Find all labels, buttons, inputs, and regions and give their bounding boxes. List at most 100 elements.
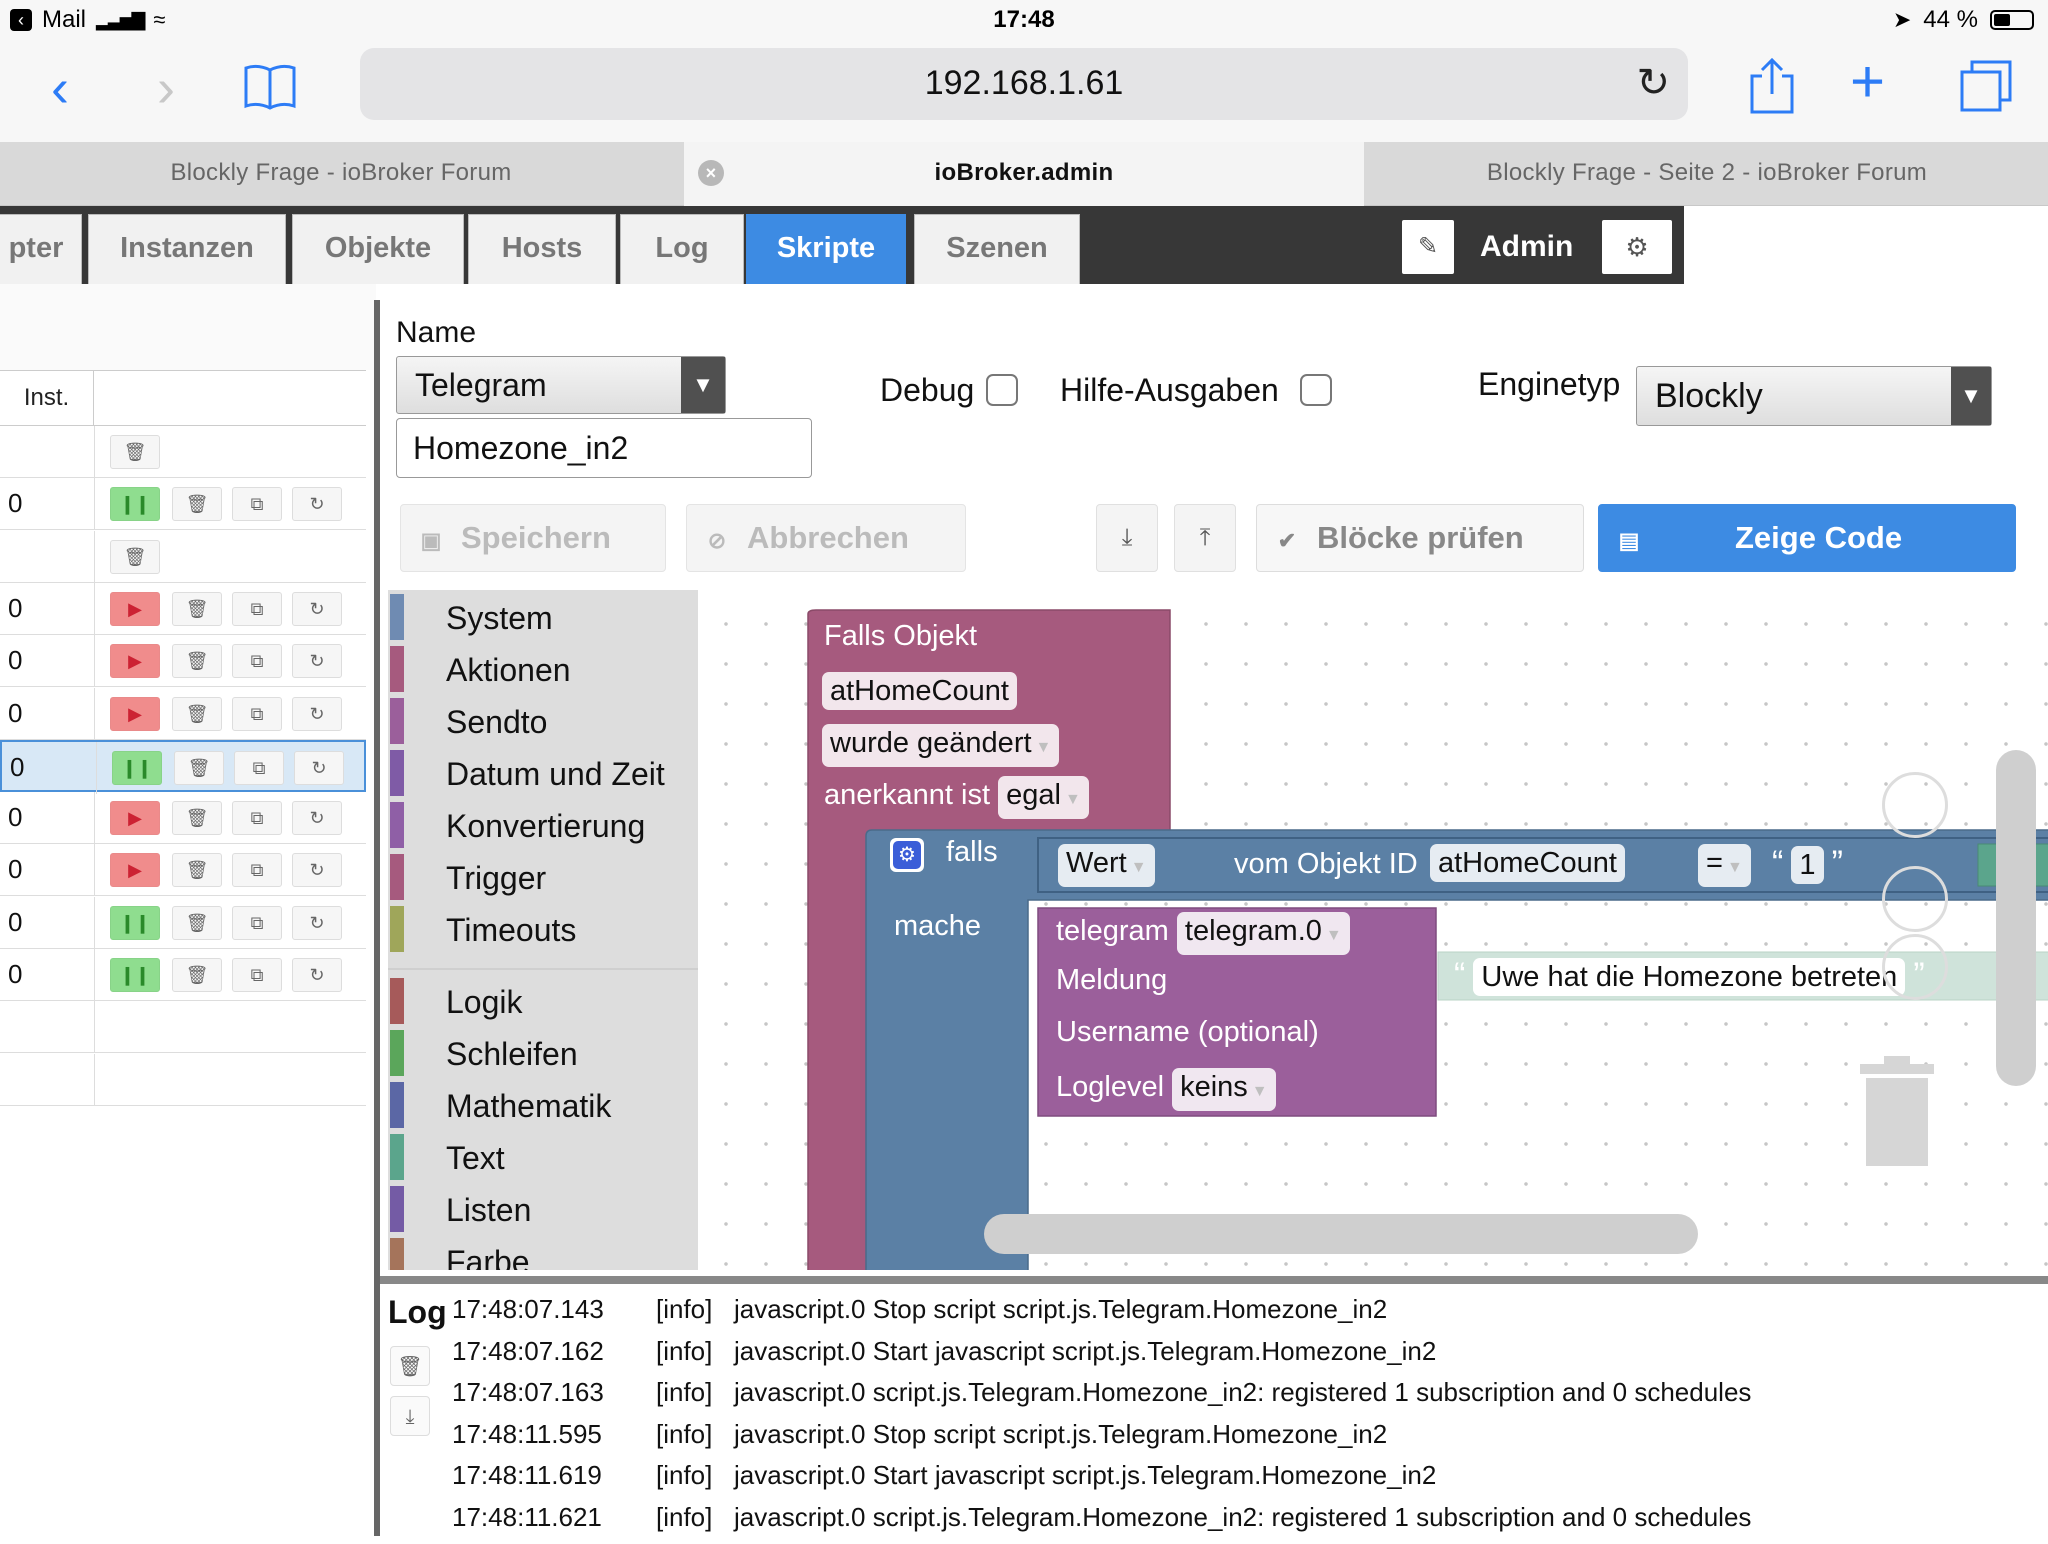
copy-icon[interactable]: ⧉ (232, 696, 282, 731)
import-button[interactable]: ⤒ (1174, 504, 1236, 572)
telegram-instance-dropdown[interactable]: telegram.0 ▼ (1176, 912, 1350, 955)
hints-checkbox[interactable] (1300, 374, 1332, 406)
compare-text-field[interactable]: “ 1 ” (1772, 844, 1843, 884)
toolbox-category[interactable]: Listen (388, 1182, 698, 1234)
copy-icon[interactable]: ⧉ (234, 750, 284, 785)
loglevel-dropdown[interactable]: keins ▼ (1172, 1068, 1276, 1111)
table-row[interactable] (0, 1053, 366, 1106)
trigger-title[interactable]: Falls Objekt (824, 620, 977, 653)
check-blocks-button[interactable]: ✔ Blöcke prüfen (1256, 504, 1584, 572)
message-text-field[interactable]: “ Uwe hat die Homezone betreten ” (1454, 956, 1925, 996)
restart-icon[interactable]: ↻ (292, 696, 342, 731)
delete-icon[interactable]: 🗑 (174, 750, 224, 785)
toolbox-category[interactable]: System (388, 590, 698, 642)
pause-icon[interactable]: ❙❙ (110, 905, 160, 940)
restart-icon[interactable]: ↻ (292, 644, 342, 679)
delete-icon[interactable]: 🗑 (172, 696, 222, 731)
user-name[interactable]: Admin (1480, 230, 1573, 264)
table-row[interactable]: 0 ❙❙ 🗑 ⧉ ↻ (0, 478, 366, 531)
tab-scenes[interactable]: Szenen (914, 214, 1080, 284)
tab-log[interactable]: Log (620, 214, 744, 284)
copy-icon[interactable]: ⧉ (232, 801, 282, 836)
pause-icon[interactable]: ❙❙ (112, 750, 162, 785)
pause-icon[interactable]: ❙❙ (110, 958, 160, 992)
restart-icon[interactable]: ↻ (292, 487, 342, 522)
zoom-out-icon[interactable] (1882, 934, 1948, 1000)
play-icon[interactable]: ▶ (110, 853, 160, 888)
restart-icon[interactable]: ↻ (292, 958, 342, 992)
edit-pencil-icon[interactable]: ✎ (1402, 220, 1454, 274)
workspace-horizontal-scrollbar[interactable] (984, 1214, 1698, 1254)
forward-icon[interactable]: › (136, 58, 196, 118)
delete-icon[interactable]: 🗑 (172, 958, 222, 992)
toolbox-category[interactable]: Text (388, 1130, 698, 1182)
delete-icon[interactable]: 🗑 (172, 801, 222, 836)
toolbox-category[interactable]: Konvertierung (388, 798, 698, 850)
bookmarks-icon[interactable] (242, 58, 302, 118)
play-icon[interactable]: ▶ (110, 696, 160, 731)
restart-icon[interactable]: ↻ (292, 801, 342, 836)
toolbox-category[interactable]: Mathematik (388, 1078, 698, 1130)
toolbox-category[interactable]: Logik (388, 974, 698, 1026)
restart-icon[interactable]: ↻ (294, 750, 344, 785)
delete-icon[interactable]: 🗑 (110, 435, 160, 469)
tab-scripts[interactable]: Skripte (746, 214, 906, 284)
value-dropdown[interactable]: Wert ▼ (1058, 844, 1155, 887)
restart-icon[interactable]: ↻ (292, 905, 342, 940)
toolbox-category[interactable]: Schleifen (388, 1026, 698, 1078)
table-row[interactable]: 0 ❙❙ 🗑 ⧉ ↻ (0, 949, 366, 1001)
download-log-icon[interactable]: ⤓ (390, 1396, 430, 1436)
tabs-overview-icon[interactable] (1956, 56, 2016, 116)
toolbox-category[interactable]: Aktionen (388, 642, 698, 694)
delete-icon[interactable]: 🗑 (172, 905, 222, 940)
table-row[interactable]: 0 ❙❙ 🗑 ⧉ ↻ (0, 739, 366, 794)
gear-icon[interactable]: ⚙ (1602, 220, 1672, 274)
browser-tab-forum-page2[interactable]: Blockly Frage - Seite 2 - ioBroker Forum (1366, 142, 2048, 206)
trigger-object-field[interactable]: atHomeCount (822, 672, 1017, 710)
delete-icon[interactable]: 🗑 (110, 539, 160, 574)
delete-icon[interactable]: 🗑 (172, 644, 222, 679)
play-icon[interactable]: ▶ (110, 801, 160, 836)
play-icon[interactable]: ▶ (110, 644, 160, 679)
table-row[interactable]: 🗑 (0, 426, 366, 478)
trigger-mode-dropdown[interactable]: wurde geändert ▼ (822, 724, 1060, 767)
restart-icon[interactable]: ↻ (292, 591, 342, 626)
toolbox-category[interactable]: Farbe (388, 1234, 698, 1270)
table-row[interactable]: 0 ▶ 🗑 ⧉ ↻ (0, 687, 366, 740)
close-tab-icon[interactable]: × (698, 160, 724, 186)
copy-icon[interactable]: ⧉ (232, 487, 282, 522)
tab-adapter[interactable]: pter (0, 214, 82, 284)
browser-tab-forum[interactable]: Blockly Frage - ioBroker Forum (0, 142, 682, 206)
ack-dropdown[interactable]: egal ▼ (998, 776, 1089, 819)
new-tab-icon[interactable]: + (1850, 52, 1885, 112)
table-row[interactable]: 🗑 (0, 530, 366, 583)
delete-icon[interactable]: 🗑 (172, 853, 222, 888)
debug-checkbox[interactable] (986, 374, 1018, 406)
delete-icon[interactable]: 🗑 (172, 487, 222, 522)
table-row[interactable]: 0 ▶ 🗑 ⧉ ↻ (0, 844, 366, 897)
table-row[interactable]: 0 ▶ 🗑 ⧉ ↻ (0, 635, 366, 688)
delete-icon[interactable]: 🗑 (172, 591, 222, 626)
table-row[interactable]: 0 ▶ 🗑 ⧉ ↻ (0, 792, 366, 845)
tab-instances[interactable]: Instanzen (88, 214, 286, 284)
pause-icon[interactable]: ❙❙ (110, 487, 160, 522)
recenter-icon[interactable] (1882, 772, 1948, 838)
share-icon[interactable] (1744, 56, 1800, 116)
object-id-field[interactable]: atHomeCount (1430, 844, 1625, 882)
toolbox-category[interactable]: Datum und Zeit (388, 746, 698, 798)
table-row[interactable] (0, 1001, 366, 1054)
zoom-in-icon[interactable] (1882, 866, 1948, 932)
reload-icon[interactable]: ↻ (1636, 60, 1670, 106)
blockly-workspace[interactable]: Falls Objekt atHomeCount wurde geändert ▼… (698, 590, 2048, 1270)
restart-icon[interactable]: ↻ (292, 853, 342, 888)
cancel-button[interactable]: ⊘ Abbrechen (686, 504, 966, 572)
play-icon[interactable]: ▶ (110, 591, 160, 626)
copy-icon[interactable]: ⧉ (232, 853, 282, 888)
address-bar[interactable]: 192.168.1.61 ↻ (360, 48, 1688, 120)
log-splitter[interactable] (380, 1276, 2048, 1284)
toolbox-category[interactable]: Timeouts (388, 902, 698, 954)
toolbox-category[interactable]: Sendto (388, 694, 698, 746)
copy-icon[interactable]: ⧉ (232, 958, 282, 992)
operator-dropdown[interactable]: = ▼ (1698, 844, 1751, 887)
copy-icon[interactable]: ⧉ (232, 905, 282, 940)
